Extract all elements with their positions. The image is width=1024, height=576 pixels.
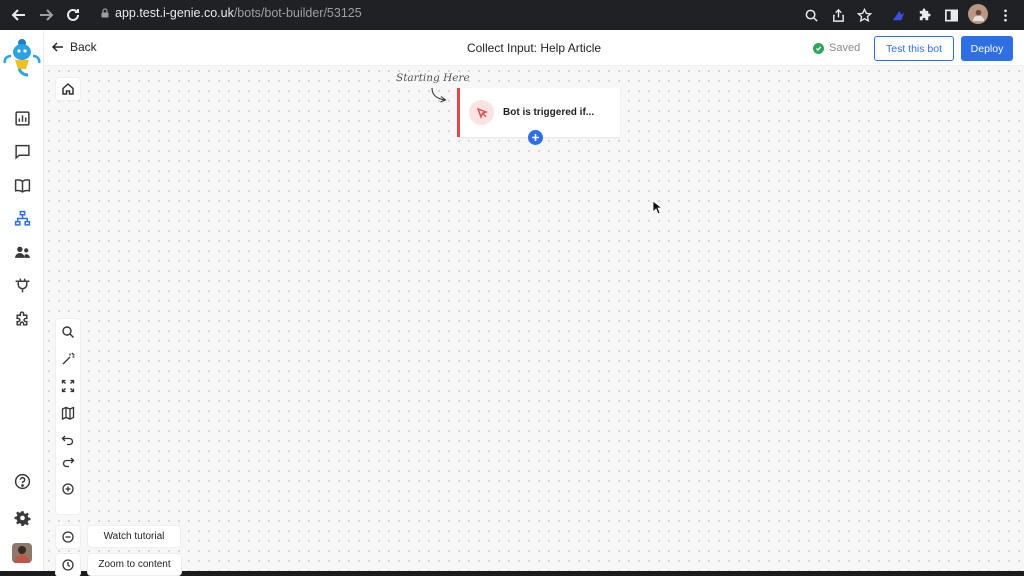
- integrations-plug-icon[interactable]: [12, 275, 32, 295]
- fit-screen-icon[interactable]: [56, 375, 80, 397]
- app-window: Back Collect Input: Help Article Saved T…: [0, 30, 1024, 576]
- browser-toolbar: app.test.i-genie.co.uk/bots/bot-builder/…: [0, 0, 1024, 30]
- check-circle-icon: [813, 42, 824, 54]
- home-button[interactable]: [56, 78, 80, 100]
- user-avatar[interactable]: [12, 543, 32, 563]
- url-host: app.test.i-genie.co.uk: [115, 6, 234, 20]
- zoom-to-content-button[interactable]: Zoom to content: [88, 554, 181, 575]
- trigger-node-label: Bot is triggered if...: [503, 107, 595, 118]
- zoom-icon[interactable]: [801, 5, 821, 25]
- puzzle-icon[interactable]: [12, 309, 32, 329]
- browser-menu-icon[interactable]: [995, 5, 1015, 25]
- add-node-button[interactable]: [528, 130, 543, 145]
- analytics-icon[interactable]: [12, 108, 32, 128]
- search-icon[interactable]: [56, 321, 80, 343]
- magic-wand-icon[interactable]: [56, 348, 80, 370]
- cursor-click-icon: [469, 100, 494, 125]
- starting-annotation: Starting Here: [396, 72, 470, 84]
- browser-reload-icon[interactable]: [62, 4, 84, 26]
- users-icon[interactable]: [12, 242, 32, 262]
- canvas-toolbar: [56, 319, 80, 514]
- zoom-out-icon[interactable]: [56, 526, 80, 548]
- flow-canvas[interactable]: Watch tutorial Zoom to content Starting …: [44, 66, 1024, 576]
- profile-avatar[interactable]: [968, 4, 988, 24]
- saved-status: Saved: [813, 42, 860, 54]
- map-icon[interactable]: [56, 402, 80, 424]
- extension-logo-icon[interactable]: [888, 5, 908, 25]
- help-icon[interactable]: [12, 471, 32, 491]
- mouse-pointer-icon: [652, 200, 662, 215]
- bookmark-star-icon[interactable]: [854, 5, 874, 25]
- share-icon[interactable]: [828, 5, 848, 25]
- plus-icon: [532, 134, 539, 141]
- saved-label: Saved: [829, 42, 861, 54]
- zoom-in-icon[interactable]: [56, 478, 80, 500]
- sidebar: [0, 30, 44, 571]
- genie-logo[interactable]: [2, 34, 42, 78]
- test-bot-button[interactable]: Test this bot: [874, 36, 954, 61]
- bot-builder-icon[interactable]: [12, 208, 32, 228]
- redo-icon[interactable]: [56, 451, 80, 473]
- lock-icon: [101, 8, 109, 18]
- extensions-puzzle-icon[interactable]: [914, 5, 934, 25]
- clock-icon[interactable]: [56, 554, 80, 576]
- watch-tutorial-button[interactable]: Watch tutorial: [88, 526, 180, 547]
- annotation-arrow-icon: [431, 87, 447, 103]
- home-icon: [62, 82, 74, 95]
- url-path: /bots/bot-builder/53125: [233, 6, 362, 20]
- address-bar[interactable]: app.test.i-genie.co.uk/bots/bot-builder/…: [100, 6, 362, 20]
- settings-gear-icon[interactable]: [12, 508, 32, 528]
- chat-icon[interactable]: [12, 141, 32, 161]
- side-panel-icon[interactable]: [941, 5, 961, 25]
- browser-forward-icon[interactable]: [35, 4, 57, 26]
- browser-back-icon[interactable]: [8, 4, 30, 26]
- deploy-button[interactable]: Deploy: [961, 36, 1013, 61]
- undo-icon[interactable]: [56, 429, 80, 451]
- book-icon[interactable]: [12, 175, 32, 195]
- builder-header: Back Collect Input: Help Article Saved T…: [44, 30, 1024, 66]
